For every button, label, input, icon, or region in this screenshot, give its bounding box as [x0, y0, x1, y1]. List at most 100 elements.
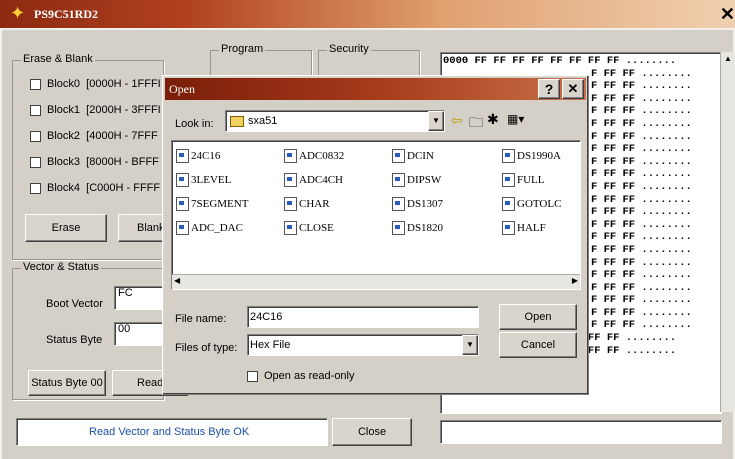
hex-file-icon: [392, 173, 405, 187]
file-item-label: DCIN: [407, 150, 434, 162]
hex-scrollbar[interactable]: ▲: [720, 52, 735, 412]
new-folder-icon[interactable]: ✱: [487, 111, 499, 128]
file-item[interactable]: DIPSW: [392, 173, 441, 187]
filename-input[interactable]: 24C16: [247, 306, 479, 328]
open-dialog: Open ? ✕ Look in: sxa51 ▼ ⇦ 🗀 ✱ ▦▾ 24C16…: [162, 75, 589, 395]
file-item-label: CHAR: [299, 198, 330, 210]
file-item[interactable]: 7SEGMENT: [176, 197, 248, 211]
folder-icon: [230, 116, 244, 127]
close-button[interactable]: Close: [332, 418, 412, 446]
file-item[interactable]: ADC0832: [284, 149, 344, 163]
block1-checkbox[interactable]: Block1 [2000H - 3FFFI: [30, 104, 170, 130]
status-message: Read Vector and Status Byte OK: [89, 426, 250, 438]
file-item-label: 3LEVEL: [191, 174, 232, 186]
security-title: Security: [327, 43, 371, 55]
app-icon: ✦: [10, 3, 26, 23]
file-item[interactable]: 3LEVEL: [176, 173, 231, 187]
cancel-button[interactable]: Cancel: [499, 332, 577, 358]
file-item-label: ADC4CH: [299, 174, 344, 186]
hex-file-icon: [176, 197, 189, 211]
file-item[interactable]: GOTOLC: [502, 197, 561, 211]
file-item[interactable]: ADC4CH: [284, 173, 343, 187]
vector-status-title: Vector & Status: [21, 261, 101, 273]
filetype-combo[interactable]: Hex File ▼: [247, 334, 479, 356]
hex-file-icon: [502, 149, 515, 163]
file-item[interactable]: CHAR: [284, 197, 330, 211]
file-item-label: 7SEGMENT: [191, 198, 249, 210]
back-icon[interactable]: ⇦: [451, 112, 463, 129]
hex-bottom-field[interactable]: [440, 420, 722, 444]
file-item-label: DS1820: [407, 222, 444, 234]
program-title: Program: [219, 43, 266, 55]
scroll-left-icon[interactable]: ◀: [174, 276, 180, 285]
file-item[interactable]: 24C16: [176, 149, 220, 163]
file-item-label: FULL: [517, 174, 545, 186]
hex-file-icon: [284, 149, 297, 163]
file-item-label: CLOSE: [299, 222, 334, 234]
status-byte-label: Status Byte: [46, 334, 103, 346]
hex-file-icon: [284, 221, 297, 235]
open-button[interactable]: Open: [499, 304, 577, 330]
lookin-dropdown-icon[interactable]: ▼: [428, 111, 444, 131]
readonly-checkbox[interactable]: Open as read-only: [247, 370, 355, 382]
file-item[interactable]: CLOSE: [284, 221, 334, 235]
hex-file-icon: [502, 197, 515, 211]
file-item-label: DS1990A: [517, 150, 562, 162]
file-item-label: HALF: [517, 222, 546, 234]
file-item[interactable]: DS1820: [392, 221, 443, 235]
file-item-label: ADC_DAC: [191, 222, 243, 234]
hex-file-icon: [176, 149, 189, 163]
view-menu-icon[interactable]: ▦▾: [507, 112, 524, 126]
block2-checkbox[interactable]: Block2 [4000H - 7FFF: [30, 130, 170, 156]
status-byte-field[interactable]: 00: [114, 322, 166, 346]
file-item-label: DS1307: [407, 198, 444, 210]
window-close-button[interactable]: ✕: [720, 4, 735, 25]
file-item[interactable]: DCIN: [392, 149, 434, 163]
block4-checkbox[interactable]: Block4 [C000H - FFFF: [30, 182, 170, 208]
block3-checkbox[interactable]: Block3 [8000H - BFFF: [30, 156, 170, 182]
status-byte-00-button[interactable]: Status Byte 00: [28, 370, 106, 396]
hex-file-icon: [392, 149, 405, 163]
scroll-up-icon[interactable]: ▲: [724, 54, 732, 63]
scroll-right-icon[interactable]: ▶: [572, 276, 578, 285]
hex-file-icon: [284, 173, 297, 187]
lookin-combo[interactable]: sxa51 ▼: [225, 110, 445, 132]
file-item[interactable]: HALF: [502, 221, 546, 235]
title-bar: ✦ PS9C51RD2 ✕: [0, 0, 735, 28]
help-button[interactable]: ?: [538, 79, 560, 99]
boot-vector-label: Boot Vector: [46, 298, 103, 310]
file-item-label: ADC0832: [299, 150, 345, 162]
hex-file-icon: [392, 197, 405, 211]
file-item-label: 24C16: [191, 150, 221, 162]
block0-checkbox[interactable]: Block0 [0000H - 1FFFI: [30, 78, 170, 104]
file-list[interactable]: 24C16 ADC0832 DCIN DS1990A 3LEVEL ADC4CH DIPSW…: [171, 140, 581, 290]
file-list-hscroll[interactable]: ◀ ▶: [172, 274, 580, 289]
file-item-label: DIPSW: [407, 174, 442, 186]
erase-block-list: Block0 [0000H - 1FFFI Block1 [2000H - 3F…: [30, 78, 170, 208]
hex-row: 0000 FF FF FF FF FF FF FF FF ........: [443, 55, 677, 67]
hex-file-icon: [502, 221, 515, 235]
hex-file-icon: [392, 221, 405, 235]
hex-file-icon: [284, 197, 297, 211]
dialog-title: Open: [169, 82, 195, 96]
hex-file-icon: [176, 221, 189, 235]
file-item[interactable]: FULL: [502, 173, 545, 187]
filetype-label: Files of type:: [175, 342, 238, 354]
boot-vector-field[interactable]: FC: [114, 286, 166, 310]
hex-file-icon: [176, 173, 189, 187]
file-item[interactable]: DS1990A: [502, 149, 561, 163]
filename-label: File name:: [175, 313, 227, 325]
app-title: PS9C51RD2: [34, 7, 99, 21]
hex-file-icon: [502, 173, 515, 187]
erase-button[interactable]: Erase: [25, 214, 107, 242]
file-item[interactable]: ADC_DAC: [176, 221, 243, 235]
file-item-label: GOTOLC: [517, 198, 562, 210]
status-message-bar: Read Vector and Status Byte OK: [16, 418, 328, 446]
erase-blank-title: Erase & Blank: [21, 53, 95, 65]
filetype-dropdown-icon[interactable]: ▼: [462, 335, 478, 355]
up-folder-icon[interactable]: 🗀: [469, 112, 483, 136]
file-item[interactable]: DS1307: [392, 197, 443, 211]
dialog-close-button[interactable]: ✕: [562, 79, 584, 99]
lookin-label: Look in:: [175, 118, 214, 130]
dialog-title-bar: Open ? ✕: [165, 78, 586, 100]
